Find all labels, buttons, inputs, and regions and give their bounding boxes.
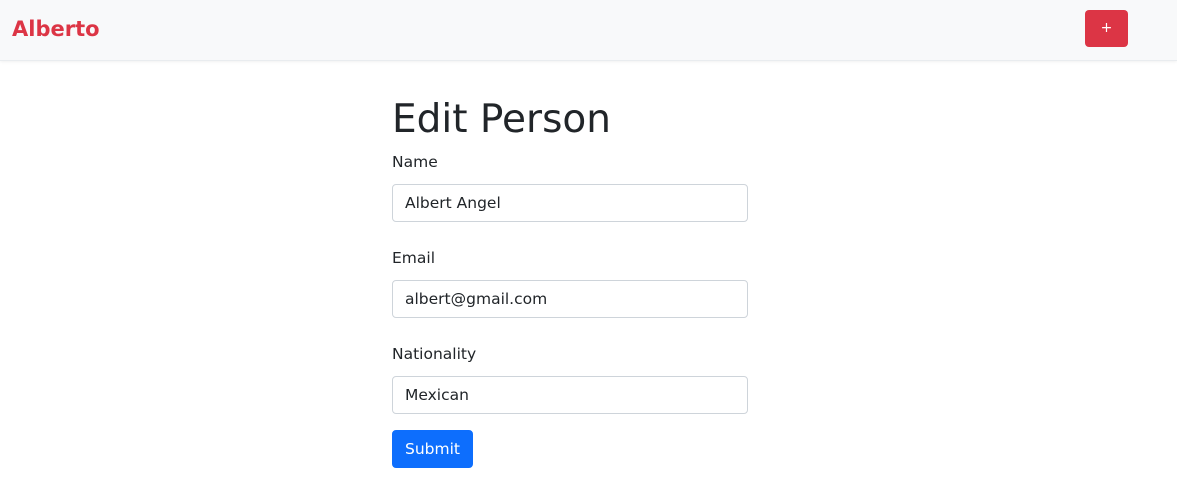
brand-link[interactable]: Alberto bbox=[12, 14, 100, 44]
email-input[interactable] bbox=[392, 280, 748, 318]
nationality-label: Nationality bbox=[392, 345, 477, 363]
page-title: Edit Person bbox=[392, 97, 611, 142]
email-group: Email bbox=[392, 246, 748, 318]
edit-person-form: Edit Person Name Email Nationality Submi… bbox=[392, 92, 748, 468]
nationality-input[interactable] bbox=[392, 376, 748, 414]
name-label: Name bbox=[392, 153, 438, 171]
name-input[interactable] bbox=[392, 184, 748, 222]
submit-button[interactable]: Submit bbox=[392, 430, 473, 468]
navbar: Alberto + bbox=[0, 0, 1177, 61]
name-group: Name bbox=[392, 150, 748, 222]
email-label: Email bbox=[392, 249, 436, 267]
add-button[interactable]: + bbox=[1085, 10, 1128, 47]
nationality-group: Nationality bbox=[392, 342, 748, 414]
